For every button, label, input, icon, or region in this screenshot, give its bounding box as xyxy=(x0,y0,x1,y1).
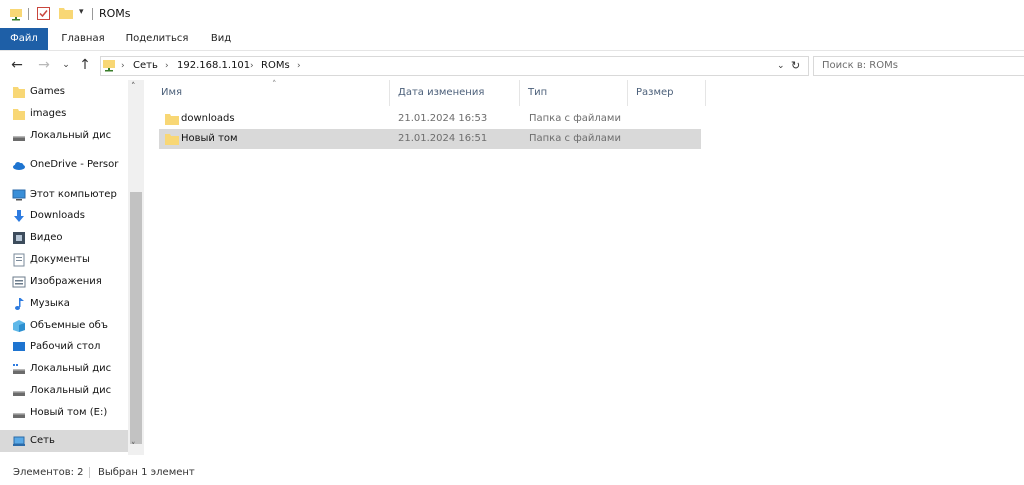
column-header-type[interactable]: Тип xyxy=(520,80,628,106)
search-placeholder: Поиск в: ROMs xyxy=(822,60,898,71)
tab-share[interactable]: Поделиться xyxy=(120,28,194,50)
sidebar-item-local-disk-2[interactable]: Локальный дис xyxy=(0,380,128,402)
navigation-pane-scrollbar[interactable]: ˄ ˅ xyxy=(128,80,144,455)
music-icon xyxy=(15,298,24,310)
network-location-icon xyxy=(103,60,115,72)
folder-icon xyxy=(13,109,25,120)
breadcrumb-chevron-icon[interactable]: › xyxy=(297,57,301,75)
search-input[interactable]: Поиск в: ROMs xyxy=(813,56,1024,76)
scroll-down-icon[interactable]: ˅ xyxy=(131,442,136,452)
navigation-bar: ← → ⌄ ↑ › Сеть › 192.168.1.101 › ROMs › … xyxy=(0,51,1024,79)
breadcrumb-chevron-icon[interactable]: › xyxy=(250,57,254,75)
sidebar-item-images[interactable]: images xyxy=(0,103,128,125)
sidebar-item-new-volume[interactable]: Новый том (E:) xyxy=(0,402,128,424)
sidebar-item-3d-objects[interactable]: Объемные объ xyxy=(0,315,128,337)
address-bar[interactable]: › Сеть › 192.168.1.101 › ROMs › ⌄ ↻ xyxy=(100,56,809,76)
file-name: downloads xyxy=(181,113,235,124)
file-name: Новый том xyxy=(181,133,238,144)
customize-quick-access-icon[interactable]: ▾ xyxy=(79,7,84,17)
file-date: 21.01.2024 16:53 xyxy=(398,113,488,124)
divider xyxy=(28,8,29,20)
sidebar-item-system-drive[interactable]: Локальный дис xyxy=(0,358,128,380)
folder-icon xyxy=(13,87,25,98)
file-row[interactable]: Новый том 21.01.2024 16:51 Папка с файла… xyxy=(159,129,701,149)
column-header-date[interactable]: Дата изменения xyxy=(390,80,520,106)
window-title: ROMs xyxy=(99,7,131,20)
system-drive-icon xyxy=(13,364,25,374)
file-type: Папка с файлами xyxy=(529,133,621,144)
desktop-icon xyxy=(13,342,25,351)
sidebar-item-onedrive[interactable]: OneDrive - Persor xyxy=(0,154,128,176)
file-row[interactable]: downloads 21.01.2024 16:53 Папка с файла… xyxy=(159,109,701,129)
navigation-pane[interactable]: ˄ ˅ Games images Локальный дис OneDrive … xyxy=(0,80,144,455)
computer-icon xyxy=(12,189,26,201)
new-folder-icon[interactable] xyxy=(59,7,73,19)
ribbon-tabs: Файл Главная Поделиться Вид xyxy=(0,28,1024,51)
sidebar-item-video[interactable]: Видео xyxy=(0,227,128,249)
column-header-name[interactable]: Имя xyxy=(153,80,390,106)
scroll-up-icon[interactable]: ˄ xyxy=(131,82,136,92)
download-icon xyxy=(14,210,24,222)
selection-count: Выбран 1 элемент xyxy=(98,467,195,478)
divider xyxy=(92,8,93,20)
up-arrow-icon[interactable]: ↑ xyxy=(76,51,94,79)
recent-locations-chevron-icon[interactable]: ⌄ xyxy=(57,51,75,79)
column-header-size[interactable]: Размер xyxy=(628,80,706,106)
sidebar-item-pictures[interactable]: Изображения xyxy=(0,271,128,293)
sidebar-item-desktop[interactable]: Рабочий стол xyxy=(0,336,128,358)
refresh-icon[interactable]: ↻ xyxy=(791,57,800,75)
sidebar-item-local-disk[interactable]: Локальный дис xyxy=(0,125,128,147)
scrollbar-thumb[interactable] xyxy=(130,192,142,444)
tab-file[interactable]: Файл xyxy=(0,28,48,50)
breadcrumb-chevron-icon[interactable]: › xyxy=(121,57,125,75)
divider xyxy=(89,467,90,478)
document-icon xyxy=(13,253,25,267)
breadcrumb-host[interactable]: 192.168.1.101 xyxy=(177,57,250,75)
breadcrumb-chevron-icon[interactable]: › xyxy=(165,57,169,75)
file-date: 21.01.2024 16:51 xyxy=(398,133,488,144)
folder-icon xyxy=(165,134,179,145)
sidebar-item-downloads[interactable]: Downloads xyxy=(0,205,128,227)
breadcrumb-network[interactable]: Сеть xyxy=(133,57,158,75)
tab-home[interactable]: Главная xyxy=(55,28,111,50)
forward-arrow-icon[interactable]: → xyxy=(35,51,53,79)
video-icon xyxy=(13,232,25,244)
sidebar-item-network[interactable]: Сеть xyxy=(0,430,128,452)
back-arrow-icon[interactable]: ← xyxy=(8,51,26,79)
file-type: Папка с файлами xyxy=(529,113,621,124)
picture-icon xyxy=(12,276,26,288)
sidebar-item-games[interactable]: Games xyxy=(0,81,128,103)
drive-icon xyxy=(13,391,25,396)
drive-icon xyxy=(13,136,25,141)
item-count: Элементов: 2 xyxy=(13,467,84,478)
title-bar: ▾ ROMs xyxy=(0,0,1024,28)
sidebar-item-this-pc[interactable]: Этот компьютер xyxy=(0,184,128,206)
folder-icon xyxy=(165,114,179,125)
drive-icon xyxy=(13,413,25,418)
tab-view[interactable]: Вид xyxy=(203,28,239,50)
properties-icon[interactable] xyxy=(37,7,50,20)
cloud-icon xyxy=(13,162,25,170)
sidebar-item-music[interactable]: Музыка xyxy=(0,293,128,315)
cube-icon xyxy=(13,320,25,332)
sidebar-item-documents[interactable]: Документы xyxy=(0,249,128,271)
network-folder-icon[interactable] xyxy=(10,7,22,21)
breadcrumb-roms[interactable]: ROMs xyxy=(261,57,290,75)
file-list[interactable]: ˄ Имя Дата изменения Тип Размер download… xyxy=(145,80,1024,455)
network-icon xyxy=(13,436,25,446)
status-bar: Элементов: 2 Выбран 1 элемент xyxy=(0,460,1024,485)
address-history-chevron-icon[interactable]: ⌄ xyxy=(777,57,785,75)
